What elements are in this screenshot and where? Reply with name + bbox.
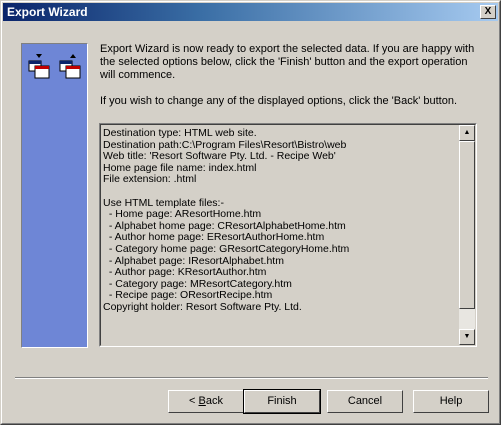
intro-paragraph-ready: Export Wizard is now ready to export the… (100, 43, 475, 81)
back-button[interactable]: < Back (168, 390, 244, 413)
summary-line: - Author page: KResortAuthor.htm (103, 266, 267, 279)
button-separator (15, 377, 488, 379)
summary-line: File extension: .html (103, 173, 197, 186)
back-mnemonic: B (198, 395, 206, 407)
summary-line: - Home page: AResortHome.htm (103, 208, 262, 221)
summary-line (103, 186, 459, 198)
finish-button[interactable]: Finish (243, 389, 321, 414)
listbox-frame: Destination type: HTML web site. Destinat… (100, 124, 476, 346)
export-summary-listbox[interactable]: Destination type: HTML web site. Destinat… (99, 123, 477, 347)
summary-text: Destination type: HTML web site. Destinat… (103, 128, 459, 344)
summary-line: Destination type: HTML web site. (103, 128, 257, 139)
summary-line: Copyright holder: Resort Software Pty. L… (103, 300, 302, 313)
cancel-button[interactable]: Cancel (327, 390, 403, 413)
scroll-up-button[interactable]: ▲ (459, 125, 475, 141)
help-button[interactable]: Help (413, 390, 489, 413)
scroll-down-button[interactable]: ▼ (459, 329, 475, 345)
intro-paragraph-back: If you wish to change any of the display… (100, 95, 458, 107)
vertical-scrollbar[interactable]: ▲ ▼ (459, 125, 475, 345)
close-button[interactable]: X (480, 5, 496, 19)
wizard-side-panel (21, 43, 88, 348)
summary-line: - Category home page: GResortCategoryHom… (103, 242, 350, 255)
title-bar[interactable]: Export Wizard X (3, 3, 498, 21)
back-rest: ack (205, 395, 223, 407)
window-title: Export Wizard (7, 5, 88, 19)
export-wizard-window: Export Wizard X Export Wizard is now rea… (0, 0, 501, 425)
export-documents-icon (28, 54, 81, 79)
intro-text: Export Wizard is now ready to export the… (100, 43, 485, 121)
back-prefix: < (189, 395, 199, 407)
scroll-thumb[interactable] (459, 141, 475, 309)
